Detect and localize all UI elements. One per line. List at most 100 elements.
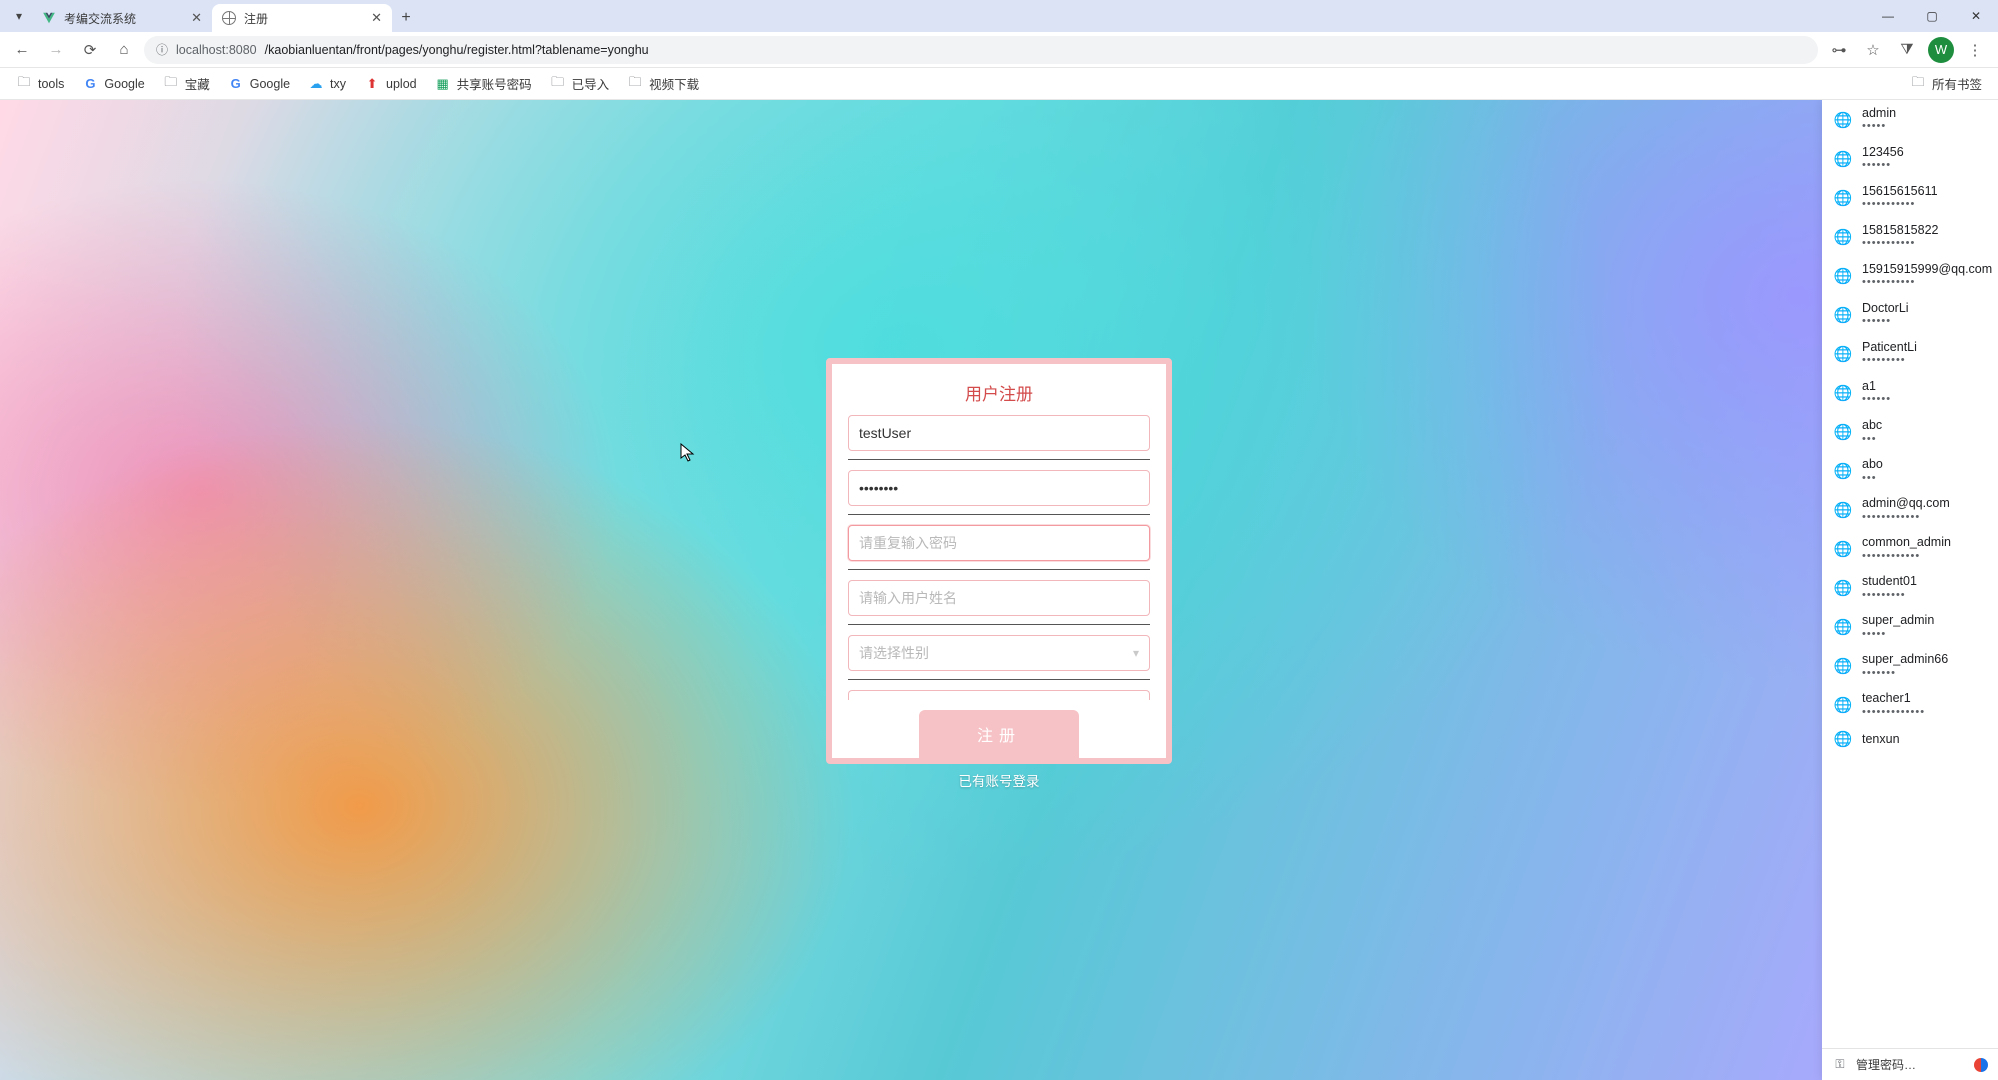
title-bar: ▾ 考编交流系统 ✕ 注册 ✕ + — ▢ ✕ <box>0 0 1998 32</box>
bookmark-label: tools <box>38 77 64 91</box>
password-key-icon[interactable]: ⊶ <box>1824 35 1854 65</box>
tab-title: 考编交流系统 <box>64 10 136 27</box>
manage-passwords-link[interactable]: 管理密码… <box>1856 1056 1916 1073</box>
vue-icon <box>42 11 56 25</box>
suggestion-password-mask: ••• <box>1862 472 1883 485</box>
suggestion-password-mask: ••••••••• <box>1862 354 1917 367</box>
bookmark-item[interactable]: 🗀tools <box>8 72 72 96</box>
password-suggestion-item[interactable]: 🌐123456•••••• <box>1822 139 1996 178</box>
password-suggestion-list[interactable]: 🌐admin•••••🌐123456••••••🌐15615615611••••… <box>1822 100 1998 1048</box>
close-icon[interactable]: ✕ <box>191 10 202 26</box>
password-suggestion-item[interactable]: 🌐15815815822••••••••••• <box>1822 217 1996 256</box>
close-window-button[interactable]: ✕ <box>1954 1 1998 31</box>
bookmark-item[interactable]: ▦共享账号密码 <box>427 70 540 97</box>
password-suggestion-item[interactable]: 🌐a1•••••• <box>1822 373 1996 412</box>
suggestion-username: 123456 <box>1862 145 1904 159</box>
suggestion-password-mask: ••••••••••• <box>1862 237 1938 250</box>
suggestion-password-mask: ••••••••• <box>1862 589 1917 602</box>
password-suggestion-panel: 🌐admin•••••🌐123456••••••🌐15615615611••••… <box>1822 100 1998 1080</box>
gender-placeholder: 请选择性别 <box>859 643 929 663</box>
avatar: W <box>1928 37 1954 63</box>
extensions-icon[interactable]: ⧩ <box>1892 35 1922 65</box>
login-link[interactable]: 已有账号登录 <box>959 770 1040 790</box>
suggestion-password-mask: •••••••••••• <box>1862 550 1951 563</box>
password-suggestion-item[interactable]: 🌐admin••••• <box>1822 100 1996 139</box>
register-button[interactable]: 注册 <box>919 710 1079 758</box>
password-suggestion-item[interactable]: 🌐15615615611••••••••••• <box>1822 178 1996 217</box>
password-suggestion-item[interactable]: 🌐abc••• <box>1822 412 1996 451</box>
forward-button[interactable]: → <box>42 36 70 64</box>
password-suggestion-item[interactable]: 🌐super_admin66••••••• <box>1822 646 1996 685</box>
password-suggestion-item[interactable]: 🌐tenxun <box>1822 724 1996 754</box>
tab-1[interactable]: 注册 ✕ <box>212 4 392 32</box>
suggestion-username: 15615615611 <box>1862 184 1938 198</box>
close-icon[interactable]: ✕ <box>371 10 382 26</box>
suggestion-password-mask: •••••• <box>1862 159 1904 172</box>
suggestion-username: PaticentLi <box>1862 340 1917 354</box>
tab-search-button[interactable]: ▾ <box>6 3 32 29</box>
suggestion-username: student01 <box>1862 574 1917 588</box>
bookmark-item[interactable]: ☁txy <box>300 72 354 96</box>
suggestion-password-mask: •••••• <box>1862 315 1909 328</box>
register-card: 用户注册 请选择性别 ▾ 注册 <box>826 358 1172 764</box>
url-input[interactable]: ⓘ localhost:8080/kaobianluentan/front/pa… <box>144 36 1818 64</box>
globe-icon: 🌐 <box>1834 462 1852 480</box>
password-panel-footer: ⚿ 管理密码… <box>1822 1048 1998 1080</box>
suggestion-username: admin@qq.com <box>1862 496 1950 510</box>
password-suggestion-item[interactable]: 🌐PaticentLi••••••••• <box>1822 334 1996 373</box>
bookmark-item[interactable]: ⬆ uplod <box>356 72 425 96</box>
password-suggestion-item[interactable]: 🌐admin@qq.com•••••••••••• <box>1822 490 1996 529</box>
bookmark-item[interactable]: 🗀视频下载 <box>619 70 707 97</box>
tab-title: 注册 <box>244 10 268 27</box>
password-suggestion-item[interactable]: 🌐student01••••••••• <box>1822 568 1996 607</box>
realname-input[interactable] <box>848 580 1150 616</box>
globe-icon: 🌐 <box>1834 423 1852 441</box>
chevron-down-icon: ▾ <box>1133 646 1139 660</box>
chrome-menu-button[interactable]: ⋮ <box>1960 35 1990 65</box>
google-icon: G <box>82 76 98 92</box>
folder-icon: 🗀 <box>627 76 643 92</box>
all-bookmarks-button[interactable]: 🗀 所有书签 <box>1902 70 1990 97</box>
password-input[interactable] <box>848 470 1150 506</box>
password-suggestion-item[interactable]: 🌐abo••• <box>1822 451 1996 490</box>
folder-icon: 🗀 <box>1910 76 1926 92</box>
reload-button[interactable]: ⟳ <box>76 36 104 64</box>
tab-0[interactable]: 考编交流系统 ✕ <box>32 4 212 32</box>
password-suggestion-item[interactable]: 🌐common_admin•••••••••••• <box>1822 529 1996 568</box>
new-tab-button[interactable]: + <box>392 4 420 32</box>
globe-icon: 🌐 <box>1834 696 1852 714</box>
bookmark-label: uplod <box>386 77 417 91</box>
tabs-row: ▾ 考编交流系统 ✕ 注册 ✕ + <box>0 0 420 32</box>
suggestion-username: DoctorLi <box>1862 301 1909 315</box>
suggestion-password-mask: ••••••••••••• <box>1862 706 1925 719</box>
bookmark-item[interactable]: 🗀 宝藏 <box>155 70 218 97</box>
site-info-icon[interactable]: ⓘ <box>156 41 168 58</box>
password-suggestion-item[interactable]: 🌐15915915999@qq.com••••••••••• <box>1822 256 1996 295</box>
password-suggestion-item[interactable]: 🌐teacher1••••••••••••• <box>1822 685 1996 724</box>
bookmark-item[interactable]: GGoogle <box>220 72 298 96</box>
profile-avatar[interactable]: W <box>1926 35 1956 65</box>
globe-icon: 🌐 <box>1834 657 1852 675</box>
password-suggestion-item[interactable]: 🌐DoctorLi•••••• <box>1822 295 1996 334</box>
gender-select[interactable]: 请选择性别 ▾ <box>848 635 1150 671</box>
all-bookmarks-label: 所有书签 <box>1932 74 1982 93</box>
url-path: /kaobianluentan/front/pages/yonghu/regis… <box>265 43 649 57</box>
window-controls: — ▢ ✕ <box>1866 0 1998 32</box>
bookmark-star-icon[interactable]: ☆ <box>1858 35 1888 65</box>
card-title: 用户注册 <box>848 380 1150 405</box>
folder-icon: 🗀 <box>163 76 179 92</box>
suggestion-username: tenxun <box>1862 732 1900 746</box>
next-field-partial <box>848 690 1150 700</box>
minimize-button[interactable]: — <box>1866 1 1910 31</box>
confirm-password-input[interactable] <box>848 525 1150 561</box>
bookmark-label: 宝藏 <box>185 74 210 93</box>
maximize-button[interactable]: ▢ <box>1910 1 1954 31</box>
suggestion-username: admin <box>1862 106 1896 120</box>
home-button[interactable]: ⌂ <box>110 36 138 64</box>
username-input[interactable] <box>848 415 1150 451</box>
bookmark-item[interactable]: GGoogle <box>74 72 152 96</box>
back-button[interactable]: ← <box>8 36 36 64</box>
bookmark-item[interactable]: 🗀已导入 <box>542 70 618 97</box>
password-suggestion-item[interactable]: 🌐super_admin••••• <box>1822 607 1996 646</box>
upload-icon: ⬆ <box>364 76 380 92</box>
